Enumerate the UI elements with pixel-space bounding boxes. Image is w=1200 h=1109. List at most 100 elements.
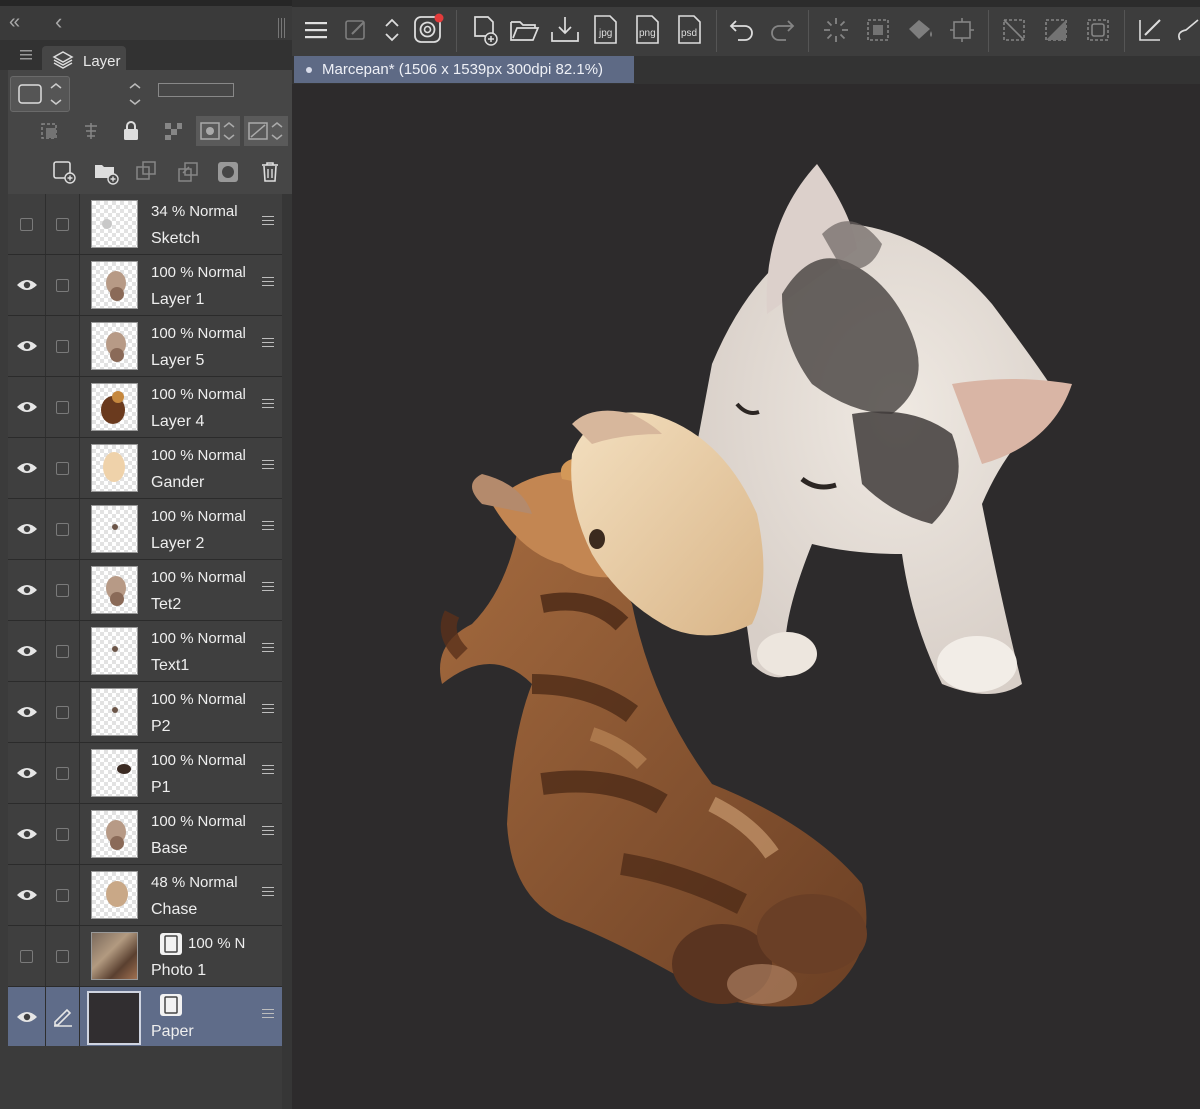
layer-lock-checkbox[interactable] — [46, 621, 80, 681]
layer-list-scrollbar[interactable] — [282, 194, 292, 1109]
layer-row-menu-icon[interactable] — [262, 277, 274, 287]
eye-icon[interactable] — [8, 682, 46, 742]
eye-icon[interactable] — [8, 438, 46, 498]
ruler-toggle-icon[interactable] — [244, 116, 288, 146]
eye-icon[interactable] — [8, 743, 46, 803]
layer-row[interactable]: 100 % Normal Layer 4 — [8, 377, 282, 438]
layer-row-menu-icon[interactable] — [262, 521, 274, 531]
open-icon[interactable] — [508, 14, 542, 46]
layer-row-menu-icon[interactable] — [262, 704, 274, 714]
eye-icon[interactable] — [8, 987, 46, 1047]
tab-layer[interactable]: Layer — [42, 46, 126, 72]
pen-icon[interactable] — [1134, 14, 1166, 46]
layer-row-menu-icon[interactable] — [262, 216, 274, 226]
expand-selection-icon[interactable] — [1082, 14, 1114, 46]
layer-row[interactable]: 48 % Normal Chase — [8, 865, 282, 926]
layer-row[interactable]: 34 % Normal Sketch — [8, 194, 282, 255]
save-icon[interactable] — [548, 12, 582, 48]
merge-down-icon[interactable] — [132, 158, 160, 186]
layer-row-menu-icon[interactable] — [262, 338, 274, 348]
canvas-area[interactable] — [292, 84, 1200, 1109]
transfer-layer-icon[interactable] — [174, 158, 202, 186]
layer-row[interactable]: 100 % Normal Layer 5 — [8, 316, 282, 377]
lock-icon[interactable] — [118, 118, 144, 144]
edit-pen-icon[interactable] — [46, 987, 80, 1047]
opacity-stepper[interactable] — [76, 76, 150, 112]
layer-row[interactable]: 100 % Normal Text1 — [8, 621, 282, 682]
layer-row[interactable]: 100 % Normal Base — [8, 804, 282, 865]
undo-icon[interactable] — [726, 14, 758, 46]
layer-lock-checkbox[interactable] — [46, 255, 80, 315]
export-png-icon[interactable]: png — [632, 12, 666, 48]
layer-row-menu-icon[interactable] — [262, 765, 274, 775]
layer-row-menu-icon[interactable] — [262, 1009, 274, 1019]
visibility-checkbox[interactable] — [8, 926, 46, 986]
layer-lock-checkbox[interactable] — [46, 560, 80, 620]
visibility-checkbox[interactable] — [8, 194, 46, 254]
eye-icon[interactable] — [8, 316, 46, 376]
clear-icon[interactable] — [820, 14, 852, 46]
reference-layer-icon[interactable] — [78, 118, 104, 144]
layer-row-menu-icon[interactable] — [262, 643, 274, 653]
document-tab[interactable]: Marcepan* (1506 x 1539px 300dpi 82.1%) — [294, 56, 634, 83]
eye-icon[interactable] — [8, 499, 46, 559]
record-icon[interactable] — [412, 12, 446, 46]
layer-row-menu-icon[interactable] — [262, 826, 274, 836]
invert-selection-icon[interactable] — [1040, 14, 1072, 46]
layer-row[interactable]: 100 % Normal Layer 2 — [8, 499, 282, 560]
deselect-icon[interactable] — [998, 14, 1030, 46]
layer-row[interactable]: 100 % Normal Layer 1 — [8, 255, 282, 316]
layer-lock-checkbox[interactable] — [46, 499, 80, 559]
layer-lock-checkbox[interactable] — [46, 743, 80, 803]
blend-mode-select[interactable] — [10, 76, 70, 112]
eye-icon[interactable] — [8, 255, 46, 315]
delete-layer-icon[interactable] — [256, 158, 284, 186]
toolbar-separator — [456, 10, 457, 52]
layer-lock-checkbox[interactable] — [46, 682, 80, 742]
layer-row[interactable]: 100 % Normal P1 — [8, 743, 282, 804]
layer-row[interactable]: 100 % Normal Gander — [8, 438, 282, 499]
layer-lock-checkbox[interactable] — [46, 377, 80, 437]
eye-icon[interactable] — [8, 377, 46, 437]
lock-transparency-icon[interactable] — [160, 118, 186, 144]
updown-icon[interactable] — [378, 14, 406, 46]
menu-icon[interactable] — [302, 16, 330, 44]
select-all-icon[interactable] — [862, 14, 894, 46]
opacity-slider[interactable] — [158, 83, 234, 97]
eye-icon[interactable] — [8, 804, 46, 864]
layer-row[interactable]: 100 % Normal Tet2 — [8, 560, 282, 621]
new-raster-layer-icon[interactable] — [50, 158, 78, 186]
layer-row[interactable]: 100 % N Photo 1 — [8, 926, 282, 987]
layer-row-menu-icon[interactable] — [262, 582, 274, 592]
gear-pen-icon[interactable] — [340, 14, 372, 46]
eye-icon[interactable] — [8, 560, 46, 620]
layer-row-menu-icon[interactable] — [262, 399, 274, 409]
redo-icon[interactable] — [766, 14, 798, 46]
layer-row[interactable]: 100 % Normal P2 — [8, 682, 282, 743]
mask-toggle-icon[interactable] — [196, 116, 240, 146]
fill-icon[interactable] — [904, 14, 936, 46]
eye-icon[interactable] — [8, 621, 46, 681]
crop-icon[interactable] — [946, 14, 978, 46]
new-folder-icon[interactable] — [92, 158, 120, 186]
eye-icon[interactable] — [8, 865, 46, 925]
layer-lock-checkbox[interactable] — [46, 926, 80, 986]
panel-menu-icon[interactable] — [18, 48, 34, 62]
layer-lock-checkbox[interactable] — [46, 865, 80, 925]
new-canvas-icon[interactable] — [468, 12, 502, 48]
layer-row-menu-icon[interactable] — [262, 887, 274, 897]
layer-lock-checkbox[interactable] — [46, 438, 80, 498]
layer-lock-checkbox[interactable] — [46, 316, 80, 376]
export-psd-icon[interactable]: psd — [674, 12, 708, 48]
layer-lock-checkbox[interactable] — [46, 804, 80, 864]
layer-lock-checkbox[interactable] — [46, 194, 80, 254]
collapse-panel-button[interactable]: ‹ — [55, 11, 62, 33]
collapse-all-button[interactable]: « — [9, 12, 20, 32]
clip-icon[interactable] — [36, 118, 62, 144]
layer-row-menu-icon[interactable] — [262, 460, 274, 470]
export-jpg-icon[interactable]: jpg — [590, 12, 622, 48]
panel-grip[interactable] — [278, 18, 286, 38]
layer-mask-icon[interactable] — [214, 158, 242, 186]
layer-row[interactable]: Paper — [8, 987, 282, 1048]
brush-icon[interactable] — [1176, 14, 1200, 46]
